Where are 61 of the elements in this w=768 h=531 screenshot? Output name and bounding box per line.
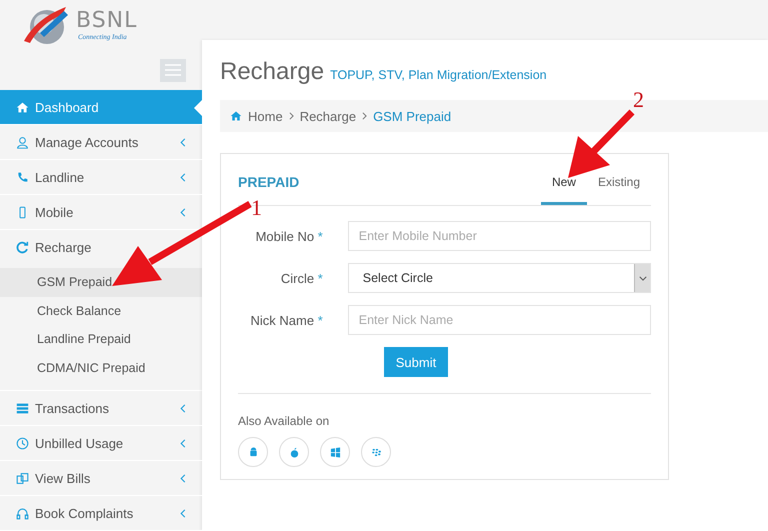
sidebar-item-label: View Bills xyxy=(35,470,92,486)
sidebar-item-label: Dashboard xyxy=(35,100,100,114)
submenu-item[interactable]: GSM Prepaid xyxy=(0,268,202,296)
chevron-icon xyxy=(180,172,186,182)
home-icon xyxy=(230,110,242,122)
submenu-item[interactable]: CDMA/NIC Prepaid xyxy=(0,354,202,382)
page-subtitle: TOPUP, STV, Plan Migration/Extension xyxy=(330,68,547,82)
sidebar-item-label: Landline xyxy=(35,170,86,184)
sidebar-item-label: Mobile xyxy=(35,204,74,220)
sidebar-item-label: Unbilled Usage xyxy=(35,436,124,450)
windows-icon xyxy=(330,446,340,458)
android-icon xyxy=(248,446,258,458)
blackberry-app-button[interactable] xyxy=(361,437,391,467)
sidebar-item[interactable]: Recharge xyxy=(0,230,202,265)
list-icon xyxy=(16,402,29,414)
annotation-number: 1 xyxy=(251,197,262,219)
field-label: Nick Name * xyxy=(250,312,323,328)
user-icon xyxy=(16,136,29,148)
chevron-icon xyxy=(180,138,186,146)
field-label: Mobile No * xyxy=(254,228,323,244)
input-field[interactable]: Enter Nick Name xyxy=(348,305,651,335)
sidebar-item-label: Book Complaints xyxy=(35,506,134,520)
breadcrumb-current: GSM Prepaid xyxy=(373,108,452,124)
dropdown-icon xyxy=(638,276,646,280)
annotation-number: 2 xyxy=(633,89,644,111)
windows-app-button[interactable] xyxy=(320,437,350,467)
chevron-icon xyxy=(180,438,186,448)
refresh-icon xyxy=(16,240,29,254)
apple-icon xyxy=(288,446,300,458)
separator-icon xyxy=(362,112,368,120)
select-field[interactable]: Select Circle xyxy=(348,263,651,293)
page-title: Recharge xyxy=(220,58,324,86)
menu-toggle-button[interactable] xyxy=(160,58,186,82)
sidebar-item-label: Transactions xyxy=(35,400,110,416)
headset-icon xyxy=(16,506,29,520)
breadcrumb-link[interactable]: Home xyxy=(248,108,283,124)
sidebar-item-label: Manage Accounts xyxy=(35,134,140,150)
submenu-item[interactable]: Landline Prepaid xyxy=(0,325,202,354)
card-title: PREPAID xyxy=(238,174,300,190)
logo-name: BSNL xyxy=(76,9,138,33)
breadcrumb-link[interactable]: Recharge xyxy=(300,108,356,124)
tab[interactable]: Existing xyxy=(586,154,651,205)
annotation-arrow xyxy=(568,110,635,178)
blackberry-icon xyxy=(370,446,382,458)
sidebar-item-label: Recharge xyxy=(35,240,92,254)
separator-icon xyxy=(288,112,294,120)
field-label: Circle * xyxy=(280,270,323,286)
input-field[interactable]: Enter Mobile Number xyxy=(348,221,651,251)
also-available-label: Also Available on xyxy=(238,414,330,428)
chevron-icon xyxy=(180,508,186,518)
android-app-button[interactable] xyxy=(238,437,268,467)
apple-app-button[interactable] xyxy=(279,437,309,467)
clock-icon xyxy=(16,436,29,450)
phone-icon xyxy=(16,170,29,184)
submenu-item[interactable]: Check Balance xyxy=(0,296,202,325)
chevron-icon xyxy=(180,208,186,216)
chevron-icon xyxy=(180,474,186,482)
menu-icon xyxy=(165,64,181,76)
home-icon xyxy=(16,100,29,114)
chevron-icon xyxy=(180,404,186,412)
bills-icon xyxy=(16,472,29,484)
